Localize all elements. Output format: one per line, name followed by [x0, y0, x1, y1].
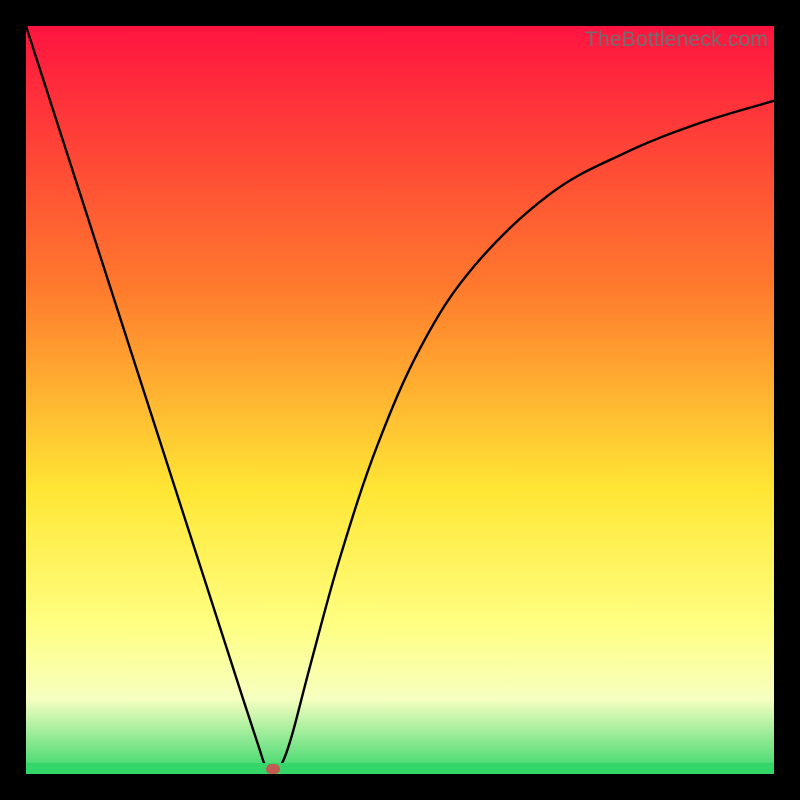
bottleneck-chart	[26, 26, 774, 774]
green-baseline-band	[26, 763, 774, 774]
watermark-text: TheBottleneck.com	[585, 28, 768, 52]
chart-frame: TheBottleneck.com	[26, 26, 774, 774]
optimal-point-marker	[266, 764, 280, 774]
